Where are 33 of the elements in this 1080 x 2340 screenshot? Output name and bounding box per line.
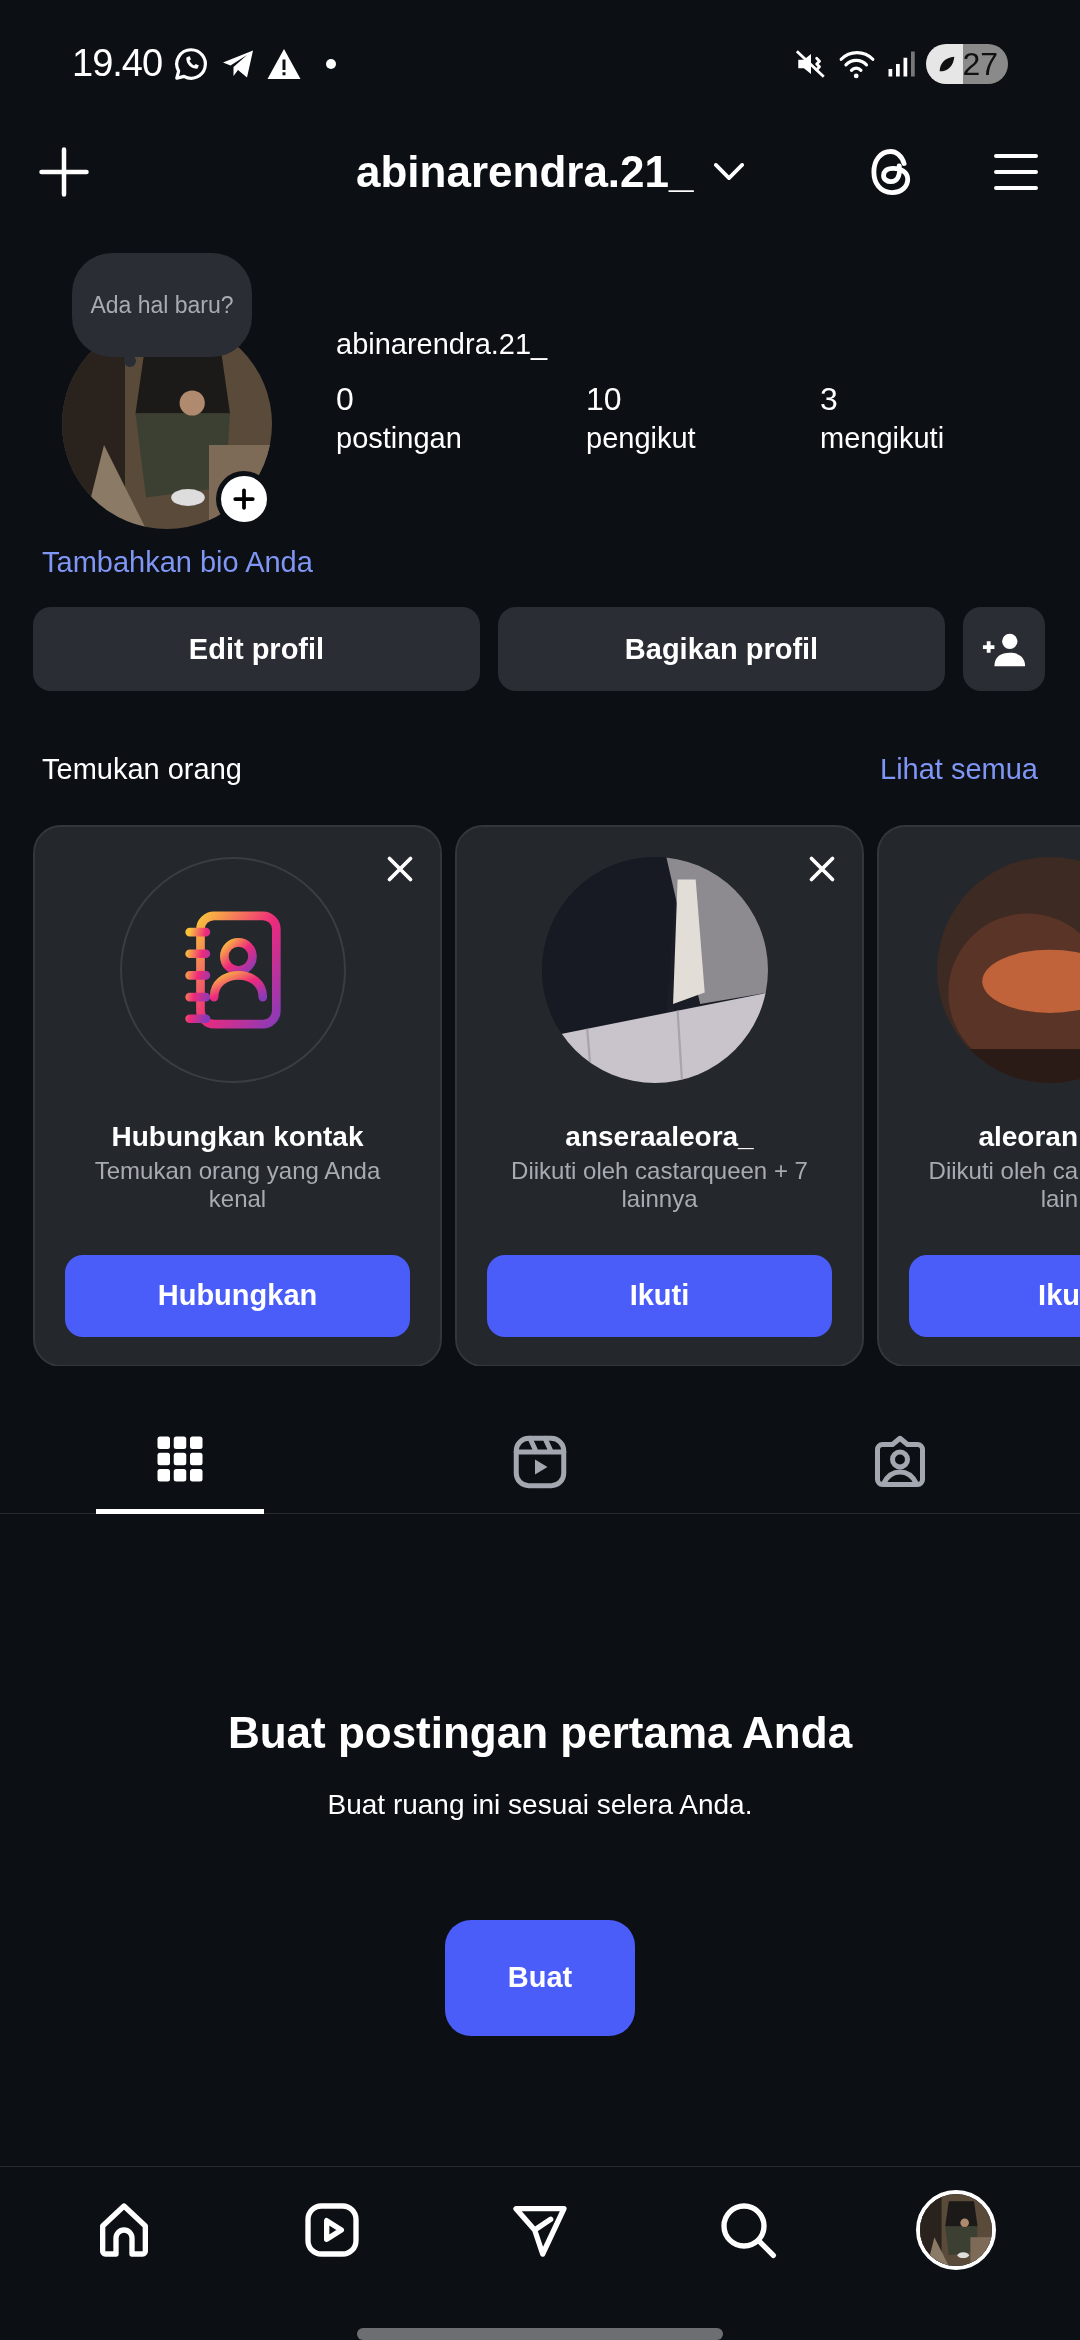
card-subtitle: Diikuti oleh castarqueen + 7 lainnya (510, 1157, 809, 1214)
edit-profile-button[interactable]: Edit profil (33, 607, 480, 692)
card-subtitle: Temukan orang yang Anda kenal (93, 1157, 382, 1214)
follow-button[interactable]: Ikuti (487, 1255, 832, 1338)
empty-subtitle: Buat ruang ini sesuai selera Anda. (327, 1787, 753, 1822)
dot-icon (326, 58, 337, 69)
battery-level: 27 (962, 47, 998, 80)
stat-count: 10 (586, 380, 623, 420)
stat-count: 3 (820, 380, 839, 420)
card-subtitle: lain (1040, 1185, 1078, 1214)
card-title: anseraaleora_ (565, 1120, 754, 1155)
profile-username: abinarendra.21_ (336, 327, 548, 363)
stat-label: pengikut (586, 421, 696, 457)
empty-title: Buat postingan pertama Anda (227, 1706, 853, 1759)
card-title: aleoran (978, 1120, 1078, 1155)
card-title: Hubungkan kontak (111, 1120, 364, 1155)
chevron-down-icon (713, 163, 744, 181)
stat-label: mengikuti (820, 421, 945, 457)
follow-button[interactable]: Iku (909, 1255, 1080, 1338)
create-post-button[interactable]: Buat (445, 1919, 635, 2036)
add-bio-link[interactable]: Tambahkan bio Anda (42, 541, 313, 585)
account-switcher[interactable]: abinarendra.21_ (356, 138, 744, 205)
share-profile-button[interactable]: Bagikan profil (498, 607, 945, 692)
note-bubble[interactable]: Ada hal baru? (72, 253, 252, 358)
section-title: Temukan orang (42, 752, 242, 788)
status-time: 19.40 (72, 41, 163, 87)
connect-button[interactable]: Hubungkan (65, 1255, 410, 1338)
stat-label: postingan (336, 421, 462, 457)
add-person-button[interactable] (963, 607, 1045, 692)
stat-count: 0 (336, 380, 355, 420)
plus-icon (37, 144, 91, 199)
see-all-link[interactable]: Lihat semua (880, 748, 1038, 792)
card-subtitle: Diikuti oleh ca (928, 1157, 1078, 1186)
